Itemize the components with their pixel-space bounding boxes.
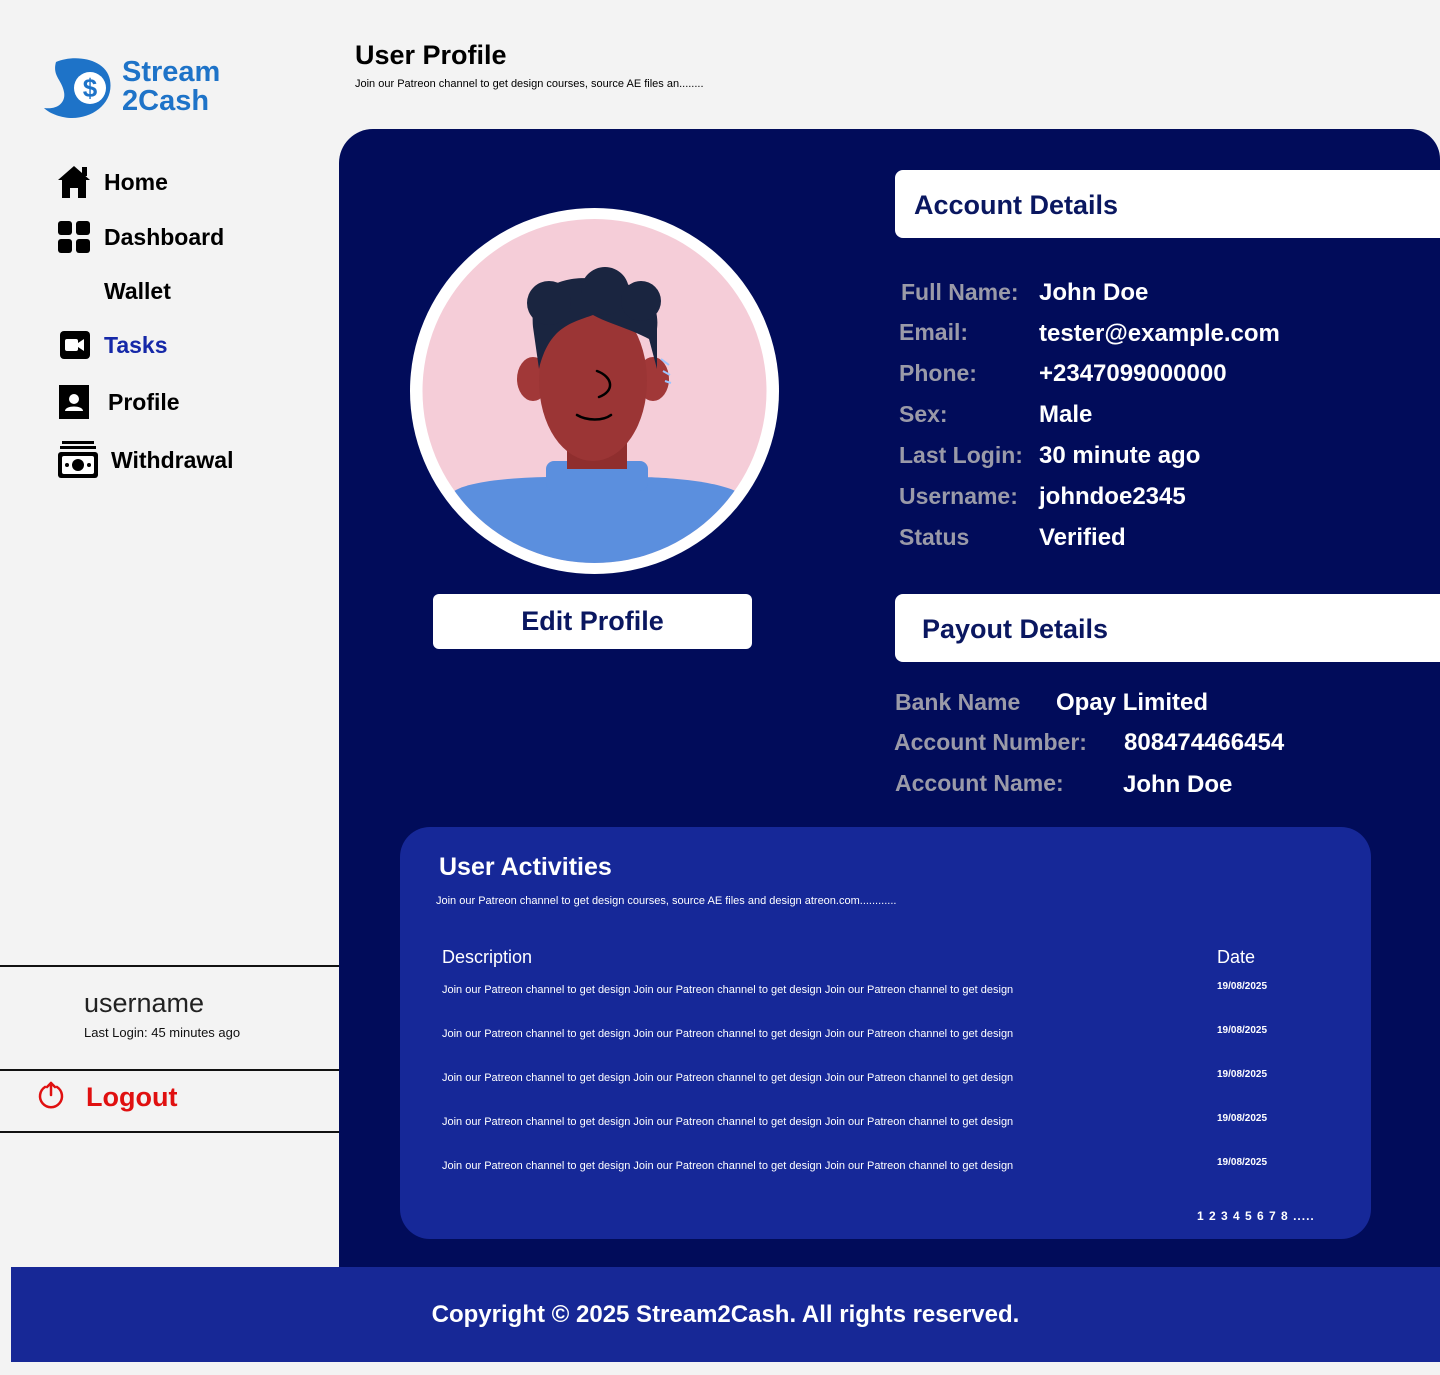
page-subtitle: Join our Patreon channel to get design c… xyxy=(355,78,704,90)
table-row-description: Join our Patreon channel to get design J… xyxy=(442,1116,1014,1128)
brand-line2: 2Cash xyxy=(122,85,210,117)
sidebar-item-label: Tasks xyxy=(104,331,168,358)
field-value: Male xyxy=(1039,401,1093,428)
column-header-description: Description xyxy=(442,947,533,967)
video-icon xyxy=(56,327,92,363)
sidebar-item-label: Dashboard xyxy=(104,223,225,250)
table-row-date: 19/08/2025 xyxy=(1217,981,1268,992)
sidebar-item-label: Profile xyxy=(108,388,180,415)
payout-details-title: Payout Details xyxy=(922,614,1109,644)
logout-button[interactable]: Logout xyxy=(36,1080,177,1115)
account-details-header: Account Details xyxy=(895,170,1440,238)
sidebar-item-withdrawal[interactable]: Withdrawal xyxy=(56,440,233,480)
account-details-title: Account Details xyxy=(914,190,1119,220)
sidebar-item-dashboard[interactable]: Dashboard xyxy=(56,219,224,255)
field-value: Verified xyxy=(1039,524,1126,551)
field-label: Account Name: xyxy=(895,770,1064,796)
sidebar-divider xyxy=(0,1131,340,1133)
cash-icon xyxy=(56,440,100,480)
sidebar-item-home[interactable]: Home xyxy=(56,164,168,200)
sidebar-item-tasks[interactable]: Tasks xyxy=(56,327,168,363)
field-value: johndoe2345 xyxy=(1039,483,1186,510)
sidebar-username: username xyxy=(84,988,205,1018)
field-value: John Doe xyxy=(1123,771,1233,798)
field-value: Opay Limited xyxy=(1056,689,1209,716)
page-title: User Profile xyxy=(355,40,507,70)
sidebar-item-wallet[interactable]: Wallet xyxy=(56,273,171,309)
sidebar-item-label: Withdrawal xyxy=(111,446,234,473)
footer: Copyright © 2025 Stream2Cash. All rights… xyxy=(11,1267,1440,1362)
home-icon xyxy=(56,164,92,200)
field-label: Account Number: xyxy=(894,729,1087,755)
sidebar-divider xyxy=(0,965,340,967)
column-header-date: Date xyxy=(1217,947,1256,967)
sidebar-divider xyxy=(0,1069,340,1071)
field-value: John Doe xyxy=(1039,279,1149,306)
field-label: Status xyxy=(899,524,970,550)
table-row-description: Join our Patreon channel to get design J… xyxy=(442,1028,1014,1040)
table-row-date: 19/08/2025 xyxy=(1217,1157,1268,1168)
power-icon xyxy=(36,1080,66,1115)
field-label: Email: xyxy=(899,319,969,345)
sidebar-last-login: Last Login: 45 minutes ago xyxy=(84,1025,241,1040)
avatar-illustration-icon xyxy=(422,219,767,563)
table-row-description: Join our Patreon channel to get design J… xyxy=(442,984,1014,996)
field-label: Username: xyxy=(899,483,1018,509)
table-row-description: Join our Patreon channel to get design J… xyxy=(442,1160,1014,1172)
svg-text:$: $ xyxy=(83,73,98,103)
table-row-date: 19/08/2025 xyxy=(1217,1113,1268,1124)
logout-label: Logout xyxy=(86,1082,178,1112)
dashboard-icon xyxy=(56,219,92,255)
sidebar-item-profile[interactable]: Profile xyxy=(56,384,180,420)
table-row-date: 19/08/2025 xyxy=(1217,1069,1268,1080)
field-label: Full Name: xyxy=(901,279,1019,305)
brand-line1: Stream xyxy=(122,56,221,88)
footer-copyright: Copyright © 2025 Stream2Cash. All rights… xyxy=(431,1300,1020,1328)
profile-icon xyxy=(56,384,92,420)
field-value: 808474466454 xyxy=(1124,729,1285,756)
table-row-date: 19/08/2025 xyxy=(1217,1025,1268,1036)
field-label: Phone: xyxy=(899,360,977,386)
sidebar-item-label: Home xyxy=(104,168,168,195)
table-row-description: Join our Patreon channel to get design J… xyxy=(442,1072,1014,1084)
wallet-icon xyxy=(56,273,92,309)
brand-name: Stream 2Cash xyxy=(122,58,220,116)
field-value: tester@example.com xyxy=(1039,320,1280,347)
user-activities-title: User Activities xyxy=(439,853,612,881)
edit-profile-button[interactable]: Edit Profile xyxy=(433,594,752,649)
sidebar-item-label: Wallet xyxy=(104,277,171,304)
field-value: 30 minute ago xyxy=(1039,442,1201,469)
field-label: Last Login: xyxy=(899,442,1023,468)
stream2cash-logo-icon: $ xyxy=(44,58,111,118)
field-value: +2347099000000 xyxy=(1039,360,1227,387)
field-label: Sex: xyxy=(899,401,948,427)
field-label: Bank Name xyxy=(895,689,1021,715)
payout-details-header: Payout Details xyxy=(895,594,1440,662)
user-activities-subtitle: Join our Patreon channel to get design c… xyxy=(436,895,897,907)
pagination[interactable]: 1 2 3 4 5 6 7 8 ..... xyxy=(1197,1209,1315,1223)
